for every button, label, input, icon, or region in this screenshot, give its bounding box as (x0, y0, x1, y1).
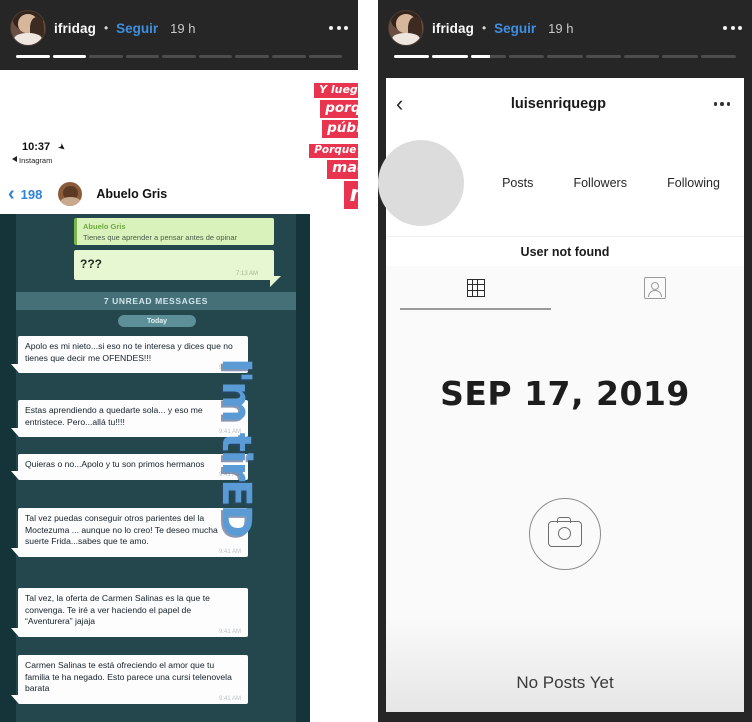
location-arrow-icon: ➤ (55, 140, 69, 154)
bubble-tail (11, 428, 19, 438)
avatar-body (13, 32, 43, 45)
right-story-header: ifridag • Seguir 19 h (378, 0, 752, 58)
profile-stats: Posts Followers Following (464, 176, 744, 190)
bubble-tail (11, 695, 19, 705)
story-caption: Y luego preguntan que porque hago todo p… (308, 80, 358, 211)
message-bubble: Tal vez, la oferta de Carmen Salinas es … (11, 588, 248, 638)
story-username[interactable]: ifridag (432, 21, 474, 36)
bubble-tail (11, 364, 19, 374)
profile-summary: Posts Followers Following (378, 130, 744, 236)
no-posts-label: No Posts Yet (516, 673, 614, 692)
story-timestamp: 19 h (170, 20, 196, 36)
camera-viewfinder (557, 517, 571, 523)
left-story-media: 10:37 ➤ Instagram ‹ 198 Abuelo Gris Abue… (0, 70, 358, 722)
grid-icon (466, 279, 485, 297)
tab-grid[interactable] (386, 266, 565, 310)
reply-text: ??? (80, 257, 102, 271)
back-chevron-icon[interactable]: ‹ (8, 184, 15, 204)
user-not-found-message: User not found (386, 236, 744, 268)
screenshot-canvas: ifridag • Seguir 19 h 10:37 ➤ Instagram … (0, 0, 752, 722)
follow-button[interactable]: Seguir (116, 21, 158, 36)
caption-line: mentiras (343, 180, 358, 210)
profile-nav-bar: ‹ luisenriquegp (386, 78, 744, 131)
chat-message-list: Abuelo Gris Tienes que aprender a pensar… (0, 214, 310, 722)
post-date-label: SEP 17, 2019 (440, 374, 690, 413)
message-text: Carmen Salinas te está ofreciendo el amo… (25, 660, 232, 694)
left-story-header-row: ifridag • Seguir 19 h (10, 10, 348, 46)
message-text: Apolo es mi nieto...si eso no te interes… (25, 341, 233, 363)
profile-username-title: luisenriquegp (510, 96, 606, 112)
right-story-panel: ifridag • Seguir 19 h ‹ luisenriquegp Po… (378, 0, 752, 722)
unread-count-badge[interactable]: 198 (21, 187, 43, 202)
quoted-text: Tienes que aprender a pensar antes de op… (83, 233, 237, 242)
chat-header: ‹ 198 Abuelo Gris (0, 174, 300, 214)
story-username[interactable]: ifridag (54, 21, 96, 36)
chat-right-rail (296, 214, 310, 722)
caption-line: público. Por esto. (322, 120, 358, 139)
reply-bubble-tail (270, 276, 281, 287)
reply-message-bubble: ??? 7:13 AM (74, 250, 274, 280)
more-options-icon[interactable] (723, 26, 742, 30)
left-story-header: ifridag • Seguir 19 h (0, 0, 358, 58)
chat-left-rail (0, 214, 16, 722)
stat-following[interactable]: Following (667, 176, 720, 190)
stat-followers[interactable]: Followers (573, 176, 627, 190)
tagged-person-icon (643, 277, 666, 299)
chat-contact-name: Abuelo Gris (96, 187, 168, 201)
more-options-icon[interactable] (713, 102, 730, 106)
story-progress-bars (388, 55, 742, 58)
avatar[interactable] (10, 10, 46, 46)
screenshot-of-chat: 10:37 ➤ Instagram ‹ 198 Abuelo Gris Abue… (0, 70, 310, 722)
stat-posts[interactable]: Posts (502, 176, 533, 190)
more-options-icon[interactable] (329, 26, 348, 30)
status-app-label: Instagram (12, 156, 52, 165)
reply-time: 7:13 AM (235, 271, 258, 277)
right-story-media: ‹ luisenriquegp Posts Followers Followin… (378, 78, 744, 712)
caption-line: porque hago todo (320, 100, 358, 118)
bubble-tail (11, 470, 19, 480)
left-story-panel: ifridag • Seguir 19 h 10:37 ➤ Instagram … (0, 0, 358, 722)
message-time: 9:41 AM (218, 696, 241, 703)
message-time: 9:41 AM (218, 549, 241, 556)
message-text: Estas aprendiendo a quedarte sola... y e… (25, 405, 203, 427)
day-divider: Today (118, 315, 196, 327)
message-text: Quieras o no...Apolo y tu son primos her… (25, 459, 205, 469)
avatar-body (391, 32, 421, 45)
camera-icon (529, 498, 601, 570)
caption-line: madre de puras (327, 160, 358, 180)
profile-avatar-placeholder[interactable] (378, 140, 464, 226)
phone-status-bar: 10:37 ➤ Instagram (0, 136, 254, 176)
empty-state-icon-wrapper (386, 498, 744, 570)
tab-tagged[interactable] (565, 266, 744, 310)
story-timestamp: 19 h (548, 20, 574, 36)
message-text: Tal vez puedas conseguir otros parientes… (25, 513, 218, 547)
username-separator: • (103, 21, 109, 35)
back-triangle-icon (12, 156, 17, 162)
right-story-header-row: ifridag • Seguir 19 h (388, 10, 742, 46)
avatar[interactable] (388, 10, 424, 46)
graffiti-text: I'm tirED (213, 358, 259, 536)
quoted-author: Abuelo Gris (83, 222, 126, 231)
bubble-tail (11, 548, 19, 558)
quoted-message: Abuelo Gris Tienes que aprender a pensar… (74, 218, 274, 246)
back-chevron-icon[interactable]: ‹ (396, 93, 403, 115)
caption-line: Porque ya estoy hasta la (309, 143, 358, 158)
profile-tabs (386, 266, 744, 310)
camera-body (548, 517, 582, 547)
caption-line: Y luego preguntan que (314, 83, 358, 98)
story-progress-bars (10, 55, 348, 58)
message-time: 9:41 AM (218, 629, 241, 636)
username-separator: • (481, 21, 487, 35)
follow-button[interactable]: Seguir (494, 21, 536, 36)
message-bubble: Carmen Salinas te está ofreciendo el amo… (11, 655, 248, 705)
contact-avatar[interactable] (58, 182, 83, 206)
message-text: Tal vez, la oferta de Carmen Salinas es … (25, 593, 210, 627)
unread-divider: 7 UNREAD MESSAGES (16, 292, 296, 310)
background-gradient (386, 618, 744, 712)
active-tab-underline (400, 308, 551, 310)
status-time: 10:37 (22, 141, 51, 153)
bubble-tail (11, 628, 19, 638)
